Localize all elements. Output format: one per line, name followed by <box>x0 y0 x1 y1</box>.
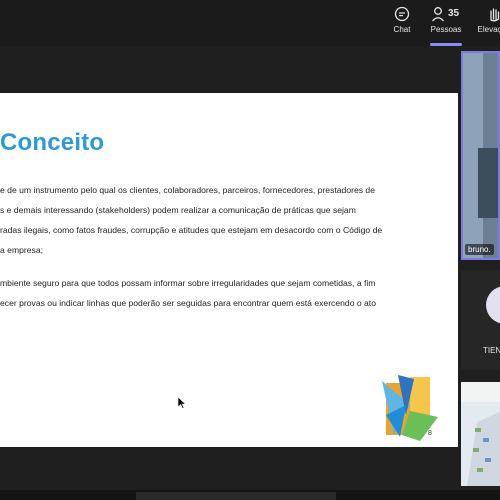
taskbar-apps[interactable] <box>136 492 336 500</box>
participant-count: 35 <box>448 8 460 19</box>
slide-line-3: radas ilegais, como fatos fraudes, corru… <box>0 225 383 235</box>
raise-hand-button[interactable]: Elevação <box>474 6 500 34</box>
os-taskbar <box>0 490 500 500</box>
participant-screen-thumbnail[interactable] <box>461 382 500 486</box>
slide-line-1: e de um instrumento pelo qual os cliente… <box>0 185 375 195</box>
raise-hand-label: Elevação <box>477 25 500 34</box>
video-person <box>478 148 498 218</box>
page-number: 8 <box>428 430 432 437</box>
presentation-slide: Conceito e de um instrumento pelo qual o… <box>0 93 458 447</box>
thumbnail-image <box>461 402 500 486</box>
mouse-cursor-icon <box>178 397 186 409</box>
participant-avatar-tile[interactable]: TIEN <box>461 270 500 370</box>
slide-line-4: a empresa; <box>0 245 43 255</box>
chat-icon <box>394 6 410 22</box>
avatar <box>486 286 500 324</box>
participant-name: bruno. <box>465 244 494 255</box>
slide-title: Conceito <box>0 129 105 156</box>
chat-button[interactable]: Chat <box>388 6 416 34</box>
people-icon-wrap: 35 <box>429 6 463 22</box>
people-icon <box>432 7 444 22</box>
slide-line-5: mbiente seguro para que todos possam inf… <box>0 278 376 288</box>
slide-line-6: ecer provas ou indicar linhas que poderã… <box>0 298 376 308</box>
slide-line-2: s e demais interessando (stakeholders) p… <box>0 205 356 215</box>
people-label: Pessoas <box>430 25 462 34</box>
people-button[interactable]: 35 Pessoas <box>428 6 464 34</box>
chat-label: Chat <box>393 25 411 34</box>
participant-video-tile[interactable]: bruno. <box>461 51 500 260</box>
raise-hand-icon <box>490 8 500 22</box>
avatar-name: TIEN <box>483 346 500 355</box>
meeting-toolbar: Chat 35 Pessoas Elevação <box>0 0 500 46</box>
